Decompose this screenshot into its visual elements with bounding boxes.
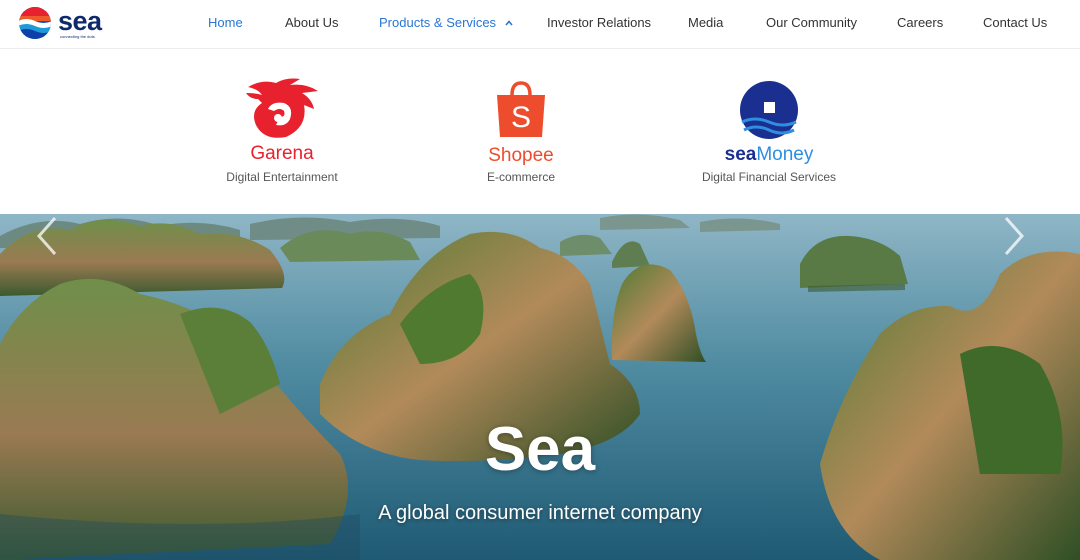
seamoney-wordmark-money: Money — [756, 144, 814, 165]
shopee-wordmark: Shopee — [488, 145, 554, 166]
products-dropdown-panel: Garena Digital Entertainment S Shopee E-… — [0, 49, 1080, 214]
nav-contact-us[interactable]: Contact Us — [983, 15, 1047, 31]
nav-our-community[interactable]: Our Community — [766, 15, 857, 31]
chevron-up-icon — [505, 20, 513, 26]
nav-about-us[interactable]: About Us — [285, 15, 338, 31]
site-header: sea connecting the dots Home About Us Pr… — [0, 0, 1080, 49]
shopee-caption: E-commerce — [486, 170, 555, 184]
hero-subtitle: A global consumer internet company — [378, 502, 702, 524]
product-seamoney[interactable]: seaMoney Digital Financial Services — [659, 49, 879, 214]
nav-media[interactable]: Media — [688, 15, 723, 31]
product-shopee[interactable]: S Shopee E-commerce — [411, 49, 631, 214]
product-garena[interactable]: Garena Digital Entertainment — [172, 49, 392, 214]
chevron-right-icon[interactable] — [998, 214, 1028, 258]
nav-products-services[interactable]: Products & Services — [379, 15, 513, 31]
shopee-bag-logo-icon: S — [497, 81, 545, 137]
sea-globe-logo-icon — [19, 7, 51, 39]
seamoney-caption: Digital Financial Services — [701, 170, 837, 184]
chevron-left-icon[interactable] — [33, 214, 63, 258]
seamoney-wordmark-sea: sea — [724, 144, 757, 165]
logo-wordmark: sea — [58, 6, 102, 36]
svg-text:S: S — [511, 101, 531, 134]
hero-carousel: Sea A global consumer internet company — [0, 214, 1080, 560]
logo-tagline: connecting the dots — [60, 34, 95, 39]
garena-dragon-logo-icon — [246, 78, 318, 138]
hero-title: Sea — [484, 415, 596, 484]
seamoney-coin-logo-icon — [740, 81, 798, 139]
nav-home[interactable]: Home — [208, 15, 243, 31]
nav-investor-relations[interactable]: Investor Relations — [547, 15, 651, 31]
garena-caption: Digital Entertainment — [226, 170, 338, 184]
garena-wordmark: Garena — [250, 143, 314, 164]
sea-logo[interactable]: sea connecting the dots — [18, 6, 104, 40]
nav-careers[interactable]: Careers — [897, 15, 943, 31]
seamoney-wordmark: seaMoney — [659, 144, 879, 166]
nav-products-services-label: Products & Services — [379, 15, 497, 30]
